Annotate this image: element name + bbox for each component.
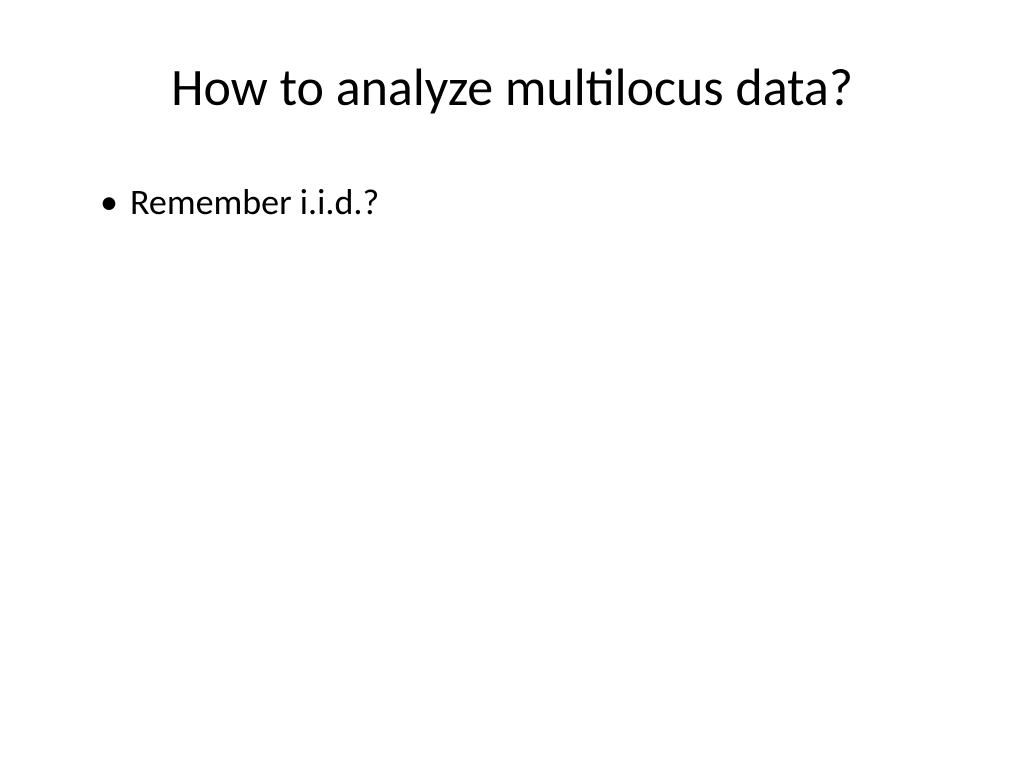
slide-content: Remember i.i.d.? [70, 179, 954, 226]
bullet-list: Remember i.i.d.? [100, 179, 954, 226]
slide-container: How to analyze multilocus data? Remember… [0, 0, 1024, 768]
slide-title: How to analyze multilocus data? [70, 55, 954, 119]
bullet-item: Remember i.i.d.? [100, 179, 954, 226]
